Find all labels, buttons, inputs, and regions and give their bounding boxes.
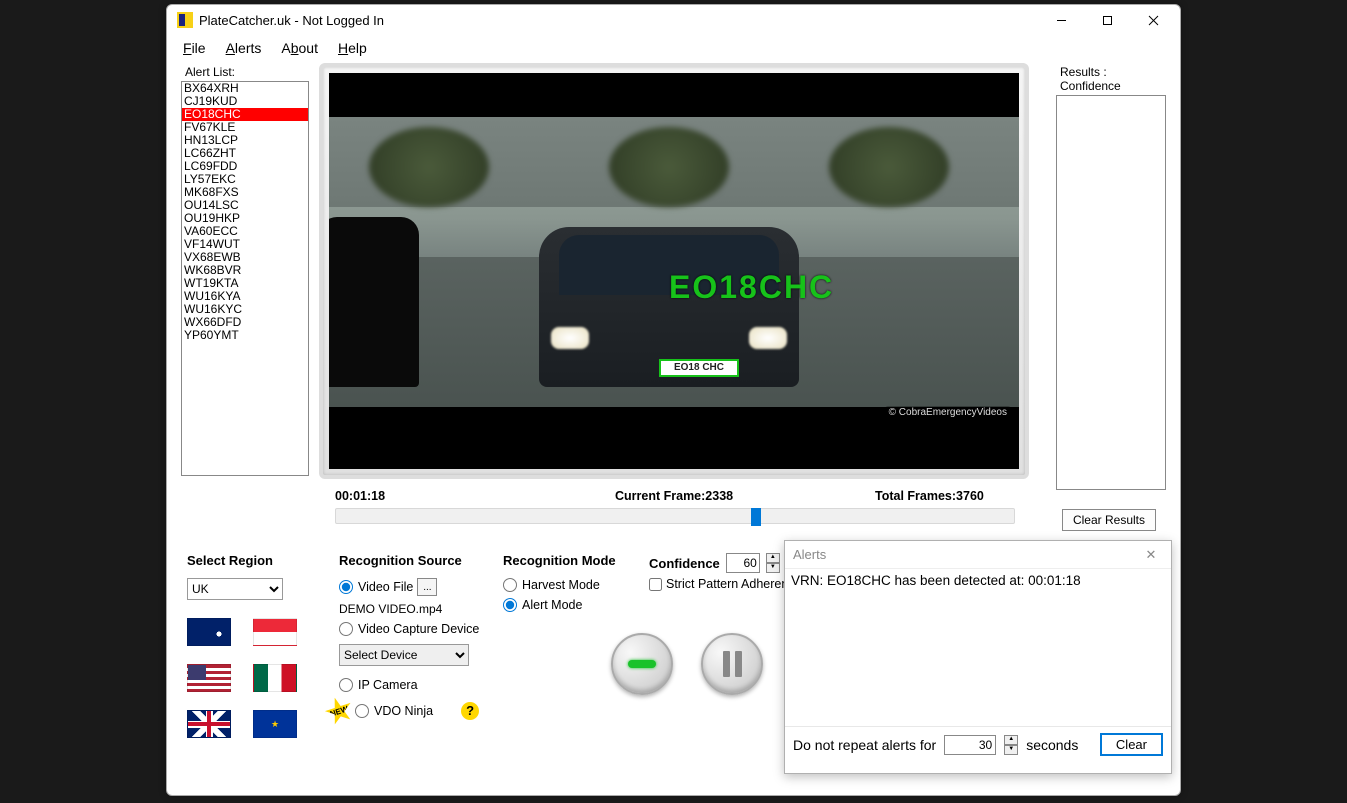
menu-file[interactable]: File <box>173 37 216 59</box>
device-select[interactable]: Select Device <box>339 644 469 666</box>
close-button[interactable] <box>1130 6 1176 34</box>
menu-alerts[interactable]: Alerts <box>216 37 272 59</box>
filename-label: DEMO VIDEO.mp4 <box>339 602 479 616</box>
confidence-down-button[interactable]: ▼ <box>766 563 780 573</box>
capture-device-radio[interactable] <box>339 622 353 636</box>
repeat-label-1: Do not repeat alerts for <box>793 737 936 753</box>
strict-pattern-label: Strict Pattern Adherence <box>666 577 802 591</box>
popup-clear-button[interactable]: Clear <box>1100 733 1163 756</box>
capture-device-label: Video Capture Device <box>358 622 479 636</box>
results-list[interactable] <box>1056 95 1166 490</box>
popup-titlebar: Alerts ✕ <box>785 541 1171 569</box>
play-icon <box>628 660 656 668</box>
strict-pattern-row: Strict Pattern Adherence <box>649 577 802 591</box>
confidence-input[interactable] <box>726 553 760 573</box>
alert-list-label: Alert List: <box>181 63 309 81</box>
popup-footer: Do not repeat alerts for ▲ ▼ seconds Cle… <box>785 727 1171 762</box>
flags-grid <box>187 618 303 738</box>
results-label: Results : Confidence <box>1056 63 1166 95</box>
pause-button[interactable] <box>701 633 763 695</box>
playback-info: 00:01:18 Current Frame:2338 Total Frames… <box>335 489 1015 503</box>
flag-usa-icon[interactable] <box>187 664 231 692</box>
menu-about[interactable]: About <box>271 37 328 59</box>
popup-close-button[interactable]: ✕ <box>1139 547 1163 563</box>
window-controls <box>1038 6 1176 34</box>
harvest-mode-radio[interactable] <box>503 578 517 592</box>
popup-title-text: Alerts <box>793 547 826 562</box>
window-title: PlateCatcher.uk - Not Logged In <box>199 13 1038 28</box>
repeat-up-button[interactable]: ▲ <box>1004 735 1018 745</box>
alert-mode-radio[interactable] <box>503 598 517 612</box>
titlebar: PlateCatcher.uk - Not Logged In <box>167 5 1180 35</box>
harvest-mode-label: Harvest Mode <box>522 578 600 592</box>
minimize-button[interactable] <box>1038 6 1084 34</box>
confidence-label: Confidence <box>649 556 720 571</box>
progress-thumb[interactable] <box>751 508 761 526</box>
maximize-button[interactable] <box>1084 6 1130 34</box>
confidence-spinner: ▲ ▼ <box>766 553 780 573</box>
region-title: Select Region <box>187 553 303 568</box>
scene-headlight <box>749 327 787 349</box>
progress-bar[interactable] <box>335 508 1015 524</box>
app-icon <box>177 12 193 28</box>
scene-tree <box>609 127 729 207</box>
flag-australia-icon[interactable] <box>187 618 231 646</box>
scene-tree <box>829 127 949 207</box>
region-section: Select Region UK <box>187 553 303 738</box>
scene-tree <box>369 127 489 207</box>
video-scene: EO18 CHC <box>329 117 1019 407</box>
flag-uk-icon[interactable] <box>187 710 231 738</box>
menu-help[interactable]: Help <box>328 37 377 59</box>
video-file-radio[interactable] <box>339 580 353 594</box>
repeat-spinner: ▲ ▼ <box>1004 735 1018 755</box>
repeat-label-2: seconds <box>1026 737 1078 753</box>
plate-overlay-text: EO18CHC <box>669 269 834 306</box>
confidence-up-button[interactable]: ▲ <box>766 553 780 563</box>
scene-headlight <box>551 327 589 349</box>
repeat-down-button[interactable]: ▼ <box>1004 745 1018 755</box>
alert-list-panel: Alert List: BX64XRHCJ19KUDEO18CHCFV67KLE… <box>181 63 309 476</box>
video-viewport: EO18 CHC EO18CHC © CobraEmergencyVideos <box>329 73 1019 469</box>
new-badge-icon: NEW <box>321 693 356 728</box>
total-frames: Total Frames:3760 <box>875 489 984 503</box>
video-watermark: © CobraEmergencyVideos <box>885 406 1011 419</box>
alert-mode-label: Alert Mode <box>522 598 582 612</box>
vdo-ninja-radio[interactable] <box>355 704 369 718</box>
ip-camera-label: IP Camera <box>358 678 418 692</box>
clear-results-button[interactable]: Clear Results <box>1062 509 1156 531</box>
flag-mexico-icon[interactable] <box>253 664 297 692</box>
recognition-source-section: Recognition Source Video File ... DEMO V… <box>339 553 479 726</box>
help-icon[interactable]: ? <box>461 702 479 720</box>
recognition-mode-section: Recognition Mode Harvest Mode Alert Mode <box>503 553 616 618</box>
alert-list-item[interactable]: YP60YMT <box>182 329 308 342</box>
strict-pattern-checkbox[interactable] <box>649 578 662 591</box>
flag-singapore-icon[interactable] <box>253 618 297 646</box>
video-frame: EO18 CHC EO18CHC © CobraEmergencyVideos <box>319 63 1029 479</box>
menubar: File Alerts About Help <box>167 35 1180 61</box>
playback-controls <box>611 633 763 695</box>
browse-button[interactable]: ... <box>417 578 437 596</box>
current-frame: Current Frame:2338 <box>615 489 875 503</box>
scene-car-left <box>329 217 419 387</box>
alert-list[interactable]: BX64XRHCJ19KUDEO18CHCFV67KLEHN13LCPLC66Z… <box>181 81 309 476</box>
popup-body: VRN: EO18CHC has been detected at: 00:01… <box>785 569 1171 727</box>
ip-camera-radio[interactable] <box>339 678 353 692</box>
plate-detection-box: EO18 CHC <box>659 359 739 377</box>
source-title: Recognition Source <box>339 553 479 568</box>
repeat-seconds-input[interactable] <box>944 735 996 755</box>
confidence-section: Confidence ▲ ▼ % <box>649 553 800 573</box>
playback-time: 00:01:18 <box>335 489 615 503</box>
pause-icon <box>723 651 742 677</box>
results-panel: Results : Confidence <box>1056 63 1166 490</box>
vdo-ninja-label: VDO Ninja <box>374 704 433 718</box>
alerts-popup: Alerts ✕ VRN: EO18CHC has been detected … <box>784 540 1172 774</box>
region-select[interactable]: UK <box>187 578 283 600</box>
flag-eu-icon[interactable] <box>253 710 297 738</box>
content-area: Alert List: BX64XRHCJ19KUDEO18CHCFV67KLE… <box>167 61 1180 69</box>
alert-message: VRN: EO18CHC has been detected at: 00:01… <box>791 573 1165 588</box>
video-file-label: Video File <box>358 580 413 594</box>
mode-title: Recognition Mode <box>503 553 616 568</box>
play-button[interactable] <box>611 633 673 695</box>
